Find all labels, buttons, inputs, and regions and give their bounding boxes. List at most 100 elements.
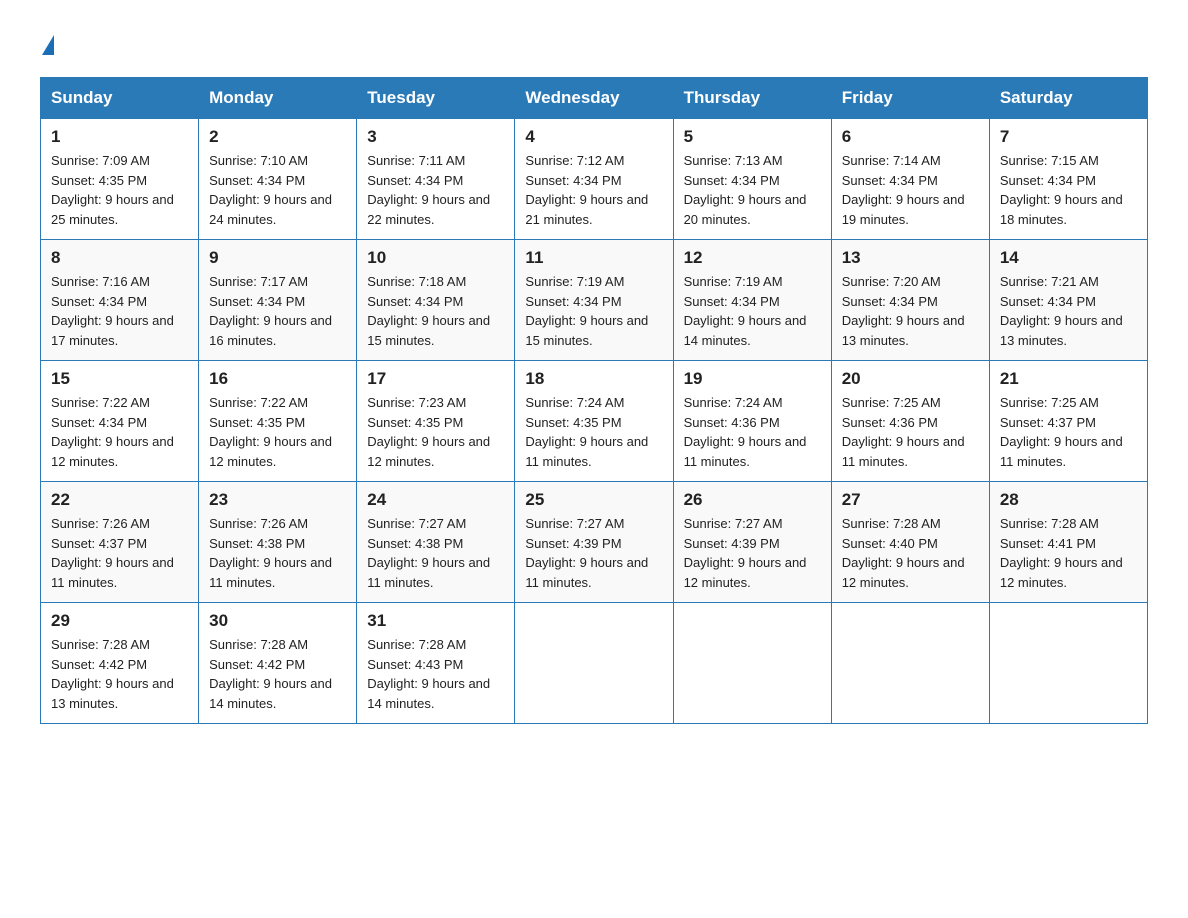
day-info: Sunrise: 7:17 AMSunset: 4:34 PMDaylight:… xyxy=(209,272,346,350)
calendar-cell: 21 Sunrise: 7:25 AMSunset: 4:37 PMDayligh… xyxy=(989,361,1147,482)
day-number: 7 xyxy=(1000,127,1137,147)
day-number: 17 xyxy=(367,369,504,389)
day-number: 23 xyxy=(209,490,346,510)
day-number: 28 xyxy=(1000,490,1137,510)
calendar-cell: 9Sunrise: 7:17 AMSunset: 4:34 PMDaylight… xyxy=(199,240,357,361)
calendar-cell: 3Sunrise: 7:11 AMSunset: 4:34 PMDaylight… xyxy=(357,119,515,240)
day-info: Sunrise: 7:26 AMSunset: 4:38 PMDaylight:… xyxy=(209,514,346,592)
day-info: Sunrise: 7:23 AMSunset: 4:35 PMDaylight:… xyxy=(367,393,504,471)
calendar-cell xyxy=(831,603,989,724)
day-info: Sunrise: 7:18 AMSunset: 4:34 PMDaylight:… xyxy=(367,272,504,350)
day-number: 12 xyxy=(684,248,821,268)
weekday-header-row: SundayMondayTuesdayWednesdayThursdayFrid… xyxy=(41,78,1148,119)
calendar-cell: 31 Sunrise: 7:28 AMSunset: 4:43 PMDayligh… xyxy=(357,603,515,724)
day-info: Sunrise: 7:15 AMSunset: 4:34 PMDaylight:… xyxy=(1000,151,1137,229)
calendar-cell: 29 Sunrise: 7:28 AMSunset: 4:42 PMDayligh… xyxy=(41,603,199,724)
day-info: Sunrise: 7:24 AMSunset: 4:36 PMDaylight:… xyxy=(684,393,821,471)
calendar-cell: 24 Sunrise: 7:27 AMSunset: 4:38 PMDayligh… xyxy=(357,482,515,603)
calendar-cell: 25Sunrise: 7:27 AMSunset: 4:39 PMDayligh… xyxy=(515,482,673,603)
day-number: 30 xyxy=(209,611,346,631)
calendar-week-row: 22Sunrise: 7:26 AMSunset: 4:37 PMDayligh… xyxy=(41,482,1148,603)
calendar-week-row: 1 Sunrise: 7:09 AMSunset: 4:35 PMDaylight… xyxy=(41,119,1148,240)
calendar-cell: 22Sunrise: 7:26 AMSunset: 4:37 PMDayligh… xyxy=(41,482,199,603)
weekday-header-sunday: Sunday xyxy=(41,78,199,119)
weekday-header-tuesday: Tuesday xyxy=(357,78,515,119)
day-number: 19 xyxy=(684,369,821,389)
day-number: 29 xyxy=(51,611,188,631)
calendar-cell xyxy=(673,603,831,724)
day-info: Sunrise: 7:11 AMSunset: 4:34 PMDaylight:… xyxy=(367,151,504,229)
day-number: 24 xyxy=(367,490,504,510)
calendar-week-row: 15 Sunrise: 7:22 AMSunset: 4:34 PMDayligh… xyxy=(41,361,1148,482)
day-info: Sunrise: 7:27 AMSunset: 4:39 PMDaylight:… xyxy=(684,514,821,592)
day-number: 4 xyxy=(525,127,662,147)
day-number: 21 xyxy=(1000,369,1137,389)
day-number: 18 xyxy=(525,369,662,389)
calendar-cell: 28 Sunrise: 7:28 AMSunset: 4:41 PMDayligh… xyxy=(989,482,1147,603)
day-info: Sunrise: 7:10 AMSunset: 4:34 PMDaylight:… xyxy=(209,151,346,229)
weekday-header-wednesday: Wednesday xyxy=(515,78,673,119)
day-info: Sunrise: 7:22 AMSunset: 4:35 PMDaylight:… xyxy=(209,393,346,471)
day-info: Sunrise: 7:27 AMSunset: 4:38 PMDaylight:… xyxy=(367,514,504,592)
calendar-cell: 27 Sunrise: 7:28 AMSunset: 4:40 PMDayligh… xyxy=(831,482,989,603)
calendar-cell: 20 Sunrise: 7:25 AMSunset: 4:36 PMDayligh… xyxy=(831,361,989,482)
calendar-cell: 13 Sunrise: 7:20 AMSunset: 4:34 PMDayligh… xyxy=(831,240,989,361)
calendar-cell: 2 Sunrise: 7:10 AMSunset: 4:34 PMDaylight… xyxy=(199,119,357,240)
day-info: Sunrise: 7:20 AMSunset: 4:34 PMDaylight:… xyxy=(842,272,979,350)
calendar-cell: 10Sunrise: 7:18 AMSunset: 4:34 PMDayligh… xyxy=(357,240,515,361)
calendar-cell: 15 Sunrise: 7:22 AMSunset: 4:34 PMDayligh… xyxy=(41,361,199,482)
day-number: 27 xyxy=(842,490,979,510)
day-number: 8 xyxy=(51,248,188,268)
calendar-cell: 16 Sunrise: 7:22 AMSunset: 4:35 PMDayligh… xyxy=(199,361,357,482)
day-info: Sunrise: 7:16 AMSunset: 4:34 PMDaylight:… xyxy=(51,272,188,350)
calendar-cell: 1 Sunrise: 7:09 AMSunset: 4:35 PMDaylight… xyxy=(41,119,199,240)
day-info: Sunrise: 7:28 AMSunset: 4:40 PMDaylight:… xyxy=(842,514,979,592)
day-number: 16 xyxy=(209,369,346,389)
day-number: 11 xyxy=(525,248,662,268)
day-info: Sunrise: 7:28 AMSunset: 4:42 PMDaylight:… xyxy=(209,635,346,713)
day-number: 13 xyxy=(842,248,979,268)
calendar-table: SundayMondayTuesdayWednesdayThursdayFrid… xyxy=(40,77,1148,724)
day-info: Sunrise: 7:26 AMSunset: 4:37 PMDaylight:… xyxy=(51,514,188,592)
day-number: 2 xyxy=(209,127,346,147)
day-info: Sunrise: 7:19 AMSunset: 4:34 PMDaylight:… xyxy=(684,272,821,350)
day-info: Sunrise: 7:25 AMSunset: 4:37 PMDaylight:… xyxy=(1000,393,1137,471)
day-info: Sunrise: 7:13 AMSunset: 4:34 PMDaylight:… xyxy=(684,151,821,229)
calendar-cell: 6 Sunrise: 7:14 AMSunset: 4:34 PMDaylight… xyxy=(831,119,989,240)
calendar-cell: 19 Sunrise: 7:24 AMSunset: 4:36 PMDayligh… xyxy=(673,361,831,482)
day-info: Sunrise: 7:19 AMSunset: 4:34 PMDaylight:… xyxy=(525,272,662,350)
day-info: Sunrise: 7:28 AMSunset: 4:41 PMDaylight:… xyxy=(1000,514,1137,592)
day-info: Sunrise: 7:28 AMSunset: 4:43 PMDaylight:… xyxy=(367,635,504,713)
day-number: 25 xyxy=(525,490,662,510)
day-number: 1 xyxy=(51,127,188,147)
day-info: Sunrise: 7:22 AMSunset: 4:34 PMDaylight:… xyxy=(51,393,188,471)
day-info: Sunrise: 7:12 AMSunset: 4:34 PMDaylight:… xyxy=(525,151,662,229)
calendar-week-row: 8 Sunrise: 7:16 AMSunset: 4:34 PMDaylight… xyxy=(41,240,1148,361)
page-header xyxy=(40,30,1148,57)
day-info: Sunrise: 7:09 AMSunset: 4:35 PMDaylight:… xyxy=(51,151,188,229)
calendar-cell: 26 Sunrise: 7:27 AMSunset: 4:39 PMDayligh… xyxy=(673,482,831,603)
calendar-cell: 7 Sunrise: 7:15 AMSunset: 4:34 PMDaylight… xyxy=(989,119,1147,240)
day-number: 20 xyxy=(842,369,979,389)
calendar-cell: 30 Sunrise: 7:28 AMSunset: 4:42 PMDayligh… xyxy=(199,603,357,724)
calendar-cell: 17 Sunrise: 7:23 AMSunset: 4:35 PMDayligh… xyxy=(357,361,515,482)
day-number: 15 xyxy=(51,369,188,389)
calendar-cell: 12 Sunrise: 7:19 AMSunset: 4:34 PMDayligh… xyxy=(673,240,831,361)
day-info: Sunrise: 7:14 AMSunset: 4:34 PMDaylight:… xyxy=(842,151,979,229)
weekday-header-saturday: Saturday xyxy=(989,78,1147,119)
logo xyxy=(40,30,54,57)
day-number: 6 xyxy=(842,127,979,147)
day-info: Sunrise: 7:21 AMSunset: 4:34 PMDaylight:… xyxy=(1000,272,1137,350)
calendar-cell xyxy=(989,603,1147,724)
calendar-cell: 18Sunrise: 7:24 AMSunset: 4:35 PMDayligh… xyxy=(515,361,673,482)
calendar-cell: 8 Sunrise: 7:16 AMSunset: 4:34 PMDaylight… xyxy=(41,240,199,361)
calendar-cell: 5 Sunrise: 7:13 AMSunset: 4:34 PMDaylight… xyxy=(673,119,831,240)
day-number: 31 xyxy=(367,611,504,631)
day-number: 26 xyxy=(684,490,821,510)
logo-triangle-icon xyxy=(42,35,54,55)
day-info: Sunrise: 7:25 AMSunset: 4:36 PMDaylight:… xyxy=(842,393,979,471)
day-number: 14 xyxy=(1000,248,1137,268)
calendar-week-row: 29 Sunrise: 7:28 AMSunset: 4:42 PMDayligh… xyxy=(41,603,1148,724)
day-info: Sunrise: 7:28 AMSunset: 4:42 PMDaylight:… xyxy=(51,635,188,713)
day-number: 5 xyxy=(684,127,821,147)
